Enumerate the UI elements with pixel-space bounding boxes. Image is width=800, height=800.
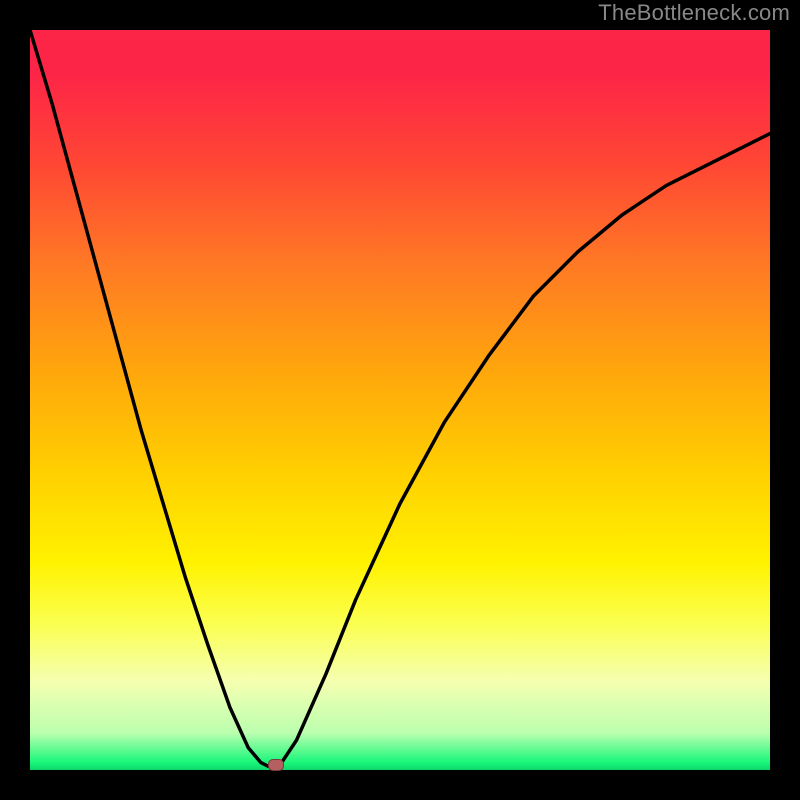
bottleneck-curve [30,30,770,770]
watermark-text: TheBottleneck.com [598,0,790,26]
plot-area [30,30,770,770]
minimum-marker [268,759,284,771]
chart-wrap: TheBottleneck.com [0,0,800,800]
